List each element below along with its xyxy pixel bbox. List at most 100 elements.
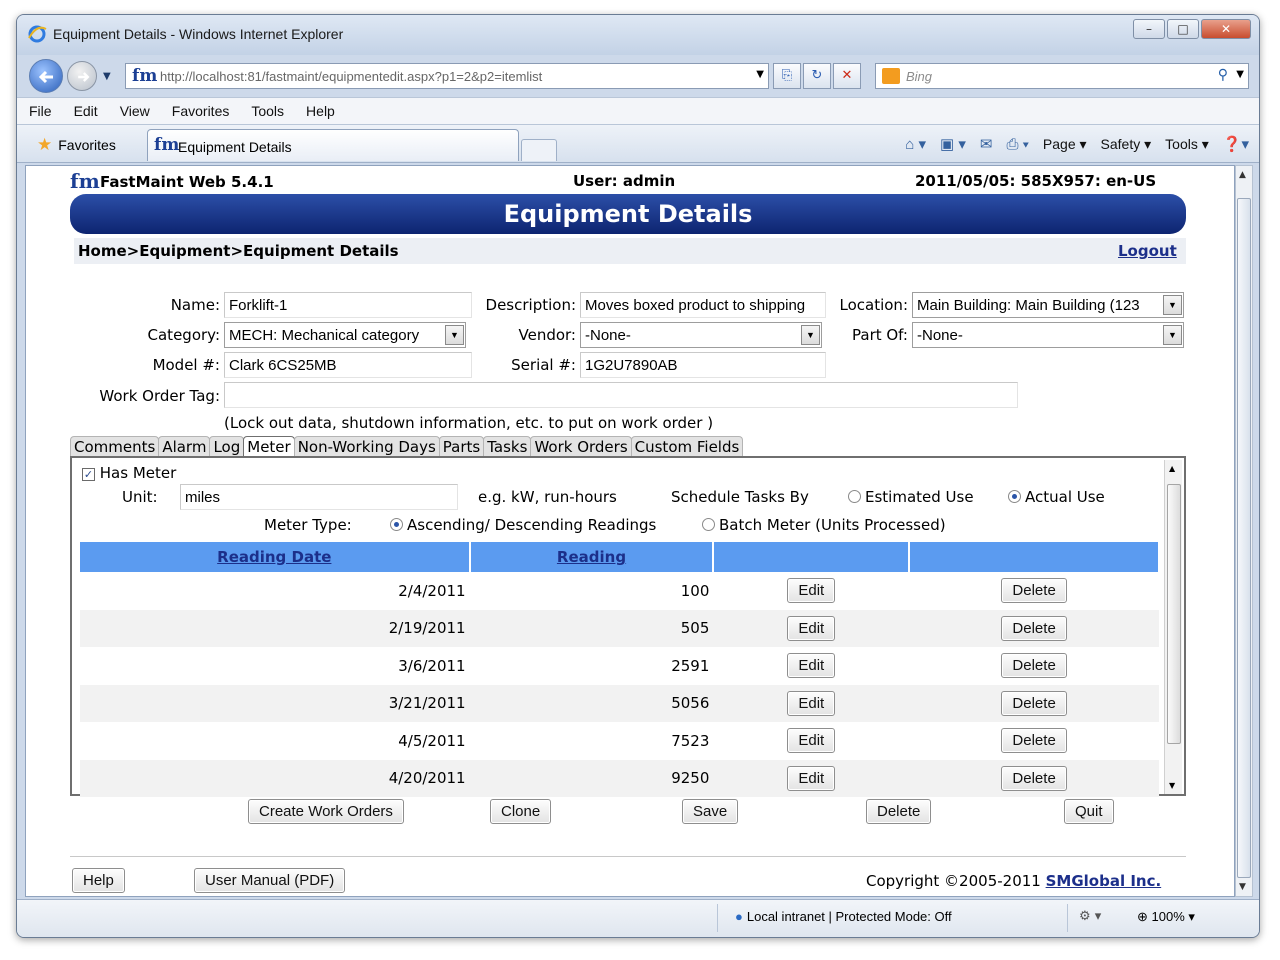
panel-scrollbar-thumb[interactable] bbox=[1167, 484, 1181, 744]
ascending-readings-radio[interactable] bbox=[390, 518, 403, 531]
unit-field[interactable]: miles bbox=[180, 484, 458, 510]
edit-button[interactable]: Edit bbox=[787, 653, 836, 679]
tab-tasks[interactable]: Tasks bbox=[483, 436, 532, 458]
delete-row-button[interactable]: Delete bbox=[1001, 690, 1067, 716]
tools-menu[interactable]: Tools ▾ bbox=[1165, 136, 1209, 153]
feeds-icon[interactable]: ▣ ▾ bbox=[940, 135, 966, 153]
delete-row-button[interactable]: Delete bbox=[1001, 578, 1067, 604]
model-field[interactable]: Clark 6CS25MB bbox=[224, 352, 472, 378]
edit-button[interactable]: Edit bbox=[787, 615, 836, 641]
edit-button[interactable]: Edit bbox=[787, 728, 836, 754]
save-button[interactable]: Save bbox=[682, 799, 739, 824]
delete-row-button[interactable]: Delete bbox=[1001, 653, 1067, 679]
tab-custom-fields[interactable]: Custom Fields bbox=[630, 436, 744, 458]
close-window-button[interactable]: ✕ bbox=[1201, 19, 1251, 39]
print-icon[interactable]: ⎙ ▾ bbox=[1006, 136, 1028, 153]
actual-use-radio[interactable] bbox=[1008, 490, 1021, 503]
has-meter-checkbox[interactable]: ✓ bbox=[82, 468, 95, 481]
breadcrumb-equipment-link[interactable]: Equipment bbox=[139, 242, 230, 260]
scroll-down-icon[interactable]: ▼ bbox=[1239, 882, 1246, 892]
search-icon[interactable]: ⚲ bbox=[1218, 67, 1228, 83]
menu-view[interactable]: View bbox=[108, 98, 160, 119]
estimated-use-radio[interactable] bbox=[848, 490, 861, 503]
reading-date-column-header[interactable]: Reading Date bbox=[80, 542, 471, 572]
name-field[interactable]: Forklift-1 bbox=[224, 292, 472, 318]
menu-file[interactable]: File bbox=[17, 98, 62, 119]
address-bar[interactable]: fm http://localhost:81/fastmaint/equipme… bbox=[125, 63, 769, 89]
page-scrollbar[interactable]: ▲ ▼ bbox=[1235, 165, 1253, 897]
user-manual-button[interactable]: User Manual (PDF) bbox=[194, 868, 346, 893]
chevron-down-icon[interactable]: ▼ bbox=[445, 325, 464, 345]
chevron-down-icon[interactable]: ▼ bbox=[1163, 295, 1182, 315]
category-select[interactable]: MECH: Mechanical category ▼ bbox=[224, 322, 466, 348]
tab-alarm[interactable]: Alarm bbox=[158, 436, 211, 458]
quit-button[interactable]: Quit bbox=[1064, 799, 1114, 824]
search-box[interactable]: Bing ⚲ ▼ bbox=[875, 63, 1249, 89]
protected-mode-icon[interactable]: ⚙ ▾ bbox=[1079, 909, 1101, 924]
chevron-down-icon[interactable]: ▼ bbox=[1163, 325, 1182, 345]
reading-column-header[interactable]: Reading bbox=[469, 542, 715, 572]
serial-field[interactable]: 1G2U7890AB bbox=[580, 352, 826, 378]
mail-icon[interactable]: ✉ bbox=[980, 135, 993, 153]
security-zone[interactable]: ● Local intranet | Protected Mode: Off bbox=[735, 909, 952, 924]
new-tab-button[interactable] bbox=[521, 139, 557, 161]
delete-row-button[interactable]: Delete bbox=[1001, 728, 1067, 754]
menu-favorites[interactable]: Favorites bbox=[160, 98, 240, 119]
search-dropdown-icon[interactable]: ▼ bbox=[1236, 69, 1244, 80]
description-field[interactable]: Moves boxed product to shipping bbox=[580, 292, 826, 318]
delete-button[interactable]: Delete bbox=[866, 799, 932, 824]
estimated-use-option[interactable]: Estimated Use bbox=[848, 488, 974, 506]
menu-tools[interactable]: Tools bbox=[239, 98, 294, 119]
breadcrumb-home-link[interactable]: Home bbox=[78, 242, 127, 260]
edit-button[interactable]: Edit bbox=[787, 690, 836, 716]
tab-non-working-days[interactable]: Non-Working Days bbox=[293, 436, 440, 458]
home-icon[interactable]: ⌂ ▾ bbox=[905, 135, 926, 153]
delete-row-button[interactable]: Delete bbox=[1001, 615, 1067, 641]
batch-meter-radio[interactable] bbox=[702, 518, 715, 531]
safety-menu[interactable]: Safety ▾ bbox=[1101, 136, 1152, 153]
scroll-down-icon[interactable]: ▼ bbox=[1169, 781, 1175, 790]
batch-meter-option[interactable]: Batch Meter (Units Processed) bbox=[702, 516, 946, 534]
recent-pages-dropdown[interactable]: ▼ bbox=[103, 71, 111, 82]
vendor-select[interactable]: -None- ▼ bbox=[580, 322, 822, 348]
location-select[interactable]: Main Building: Main Building (123 ▼ bbox=[912, 292, 1184, 318]
tab-parts[interactable]: Parts bbox=[438, 436, 485, 458]
compatibility-view-button[interactable]: ⎘ bbox=[773, 63, 801, 89]
create-work-orders-button[interactable]: Create Work Orders bbox=[248, 799, 404, 824]
clone-button[interactable]: Clone bbox=[490, 799, 552, 824]
page-menu[interactable]: Page ▾ bbox=[1043, 136, 1087, 153]
favorites-button[interactable]: ★ Favorites bbox=[37, 135, 116, 155]
help-circle-icon[interactable]: ❓▾ bbox=[1223, 135, 1249, 153]
edit-button[interactable]: Edit bbox=[787, 578, 836, 604]
panel-scrollbar[interactable]: ▲ ▼ bbox=[1164, 460, 1182, 794]
refresh-button[interactable]: ↻ bbox=[803, 63, 831, 89]
logout-link[interactable]: Logout bbox=[1118, 242, 1177, 260]
actual-use-option[interactable]: Actual Use bbox=[1008, 488, 1105, 506]
browser-tab[interactable]: fm Equipment Details bbox=[147, 129, 519, 161]
chevron-down-icon[interactable]: ▼ bbox=[801, 325, 820, 345]
back-button[interactable] bbox=[29, 59, 63, 93]
maximize-button[interactable]: □ bbox=[1167, 19, 1199, 39]
table-row: 3/6/2011 2591 Edit Delete bbox=[80, 647, 1159, 685]
company-link[interactable]: SMGlobal Inc. bbox=[1046, 872, 1162, 890]
scroll-up-icon[interactable]: ▲ bbox=[1169, 464, 1175, 473]
zoom-level[interactable]: ⊕ 100% ▾ bbox=[1137, 909, 1195, 925]
delete-row-button[interactable]: Delete bbox=[1001, 765, 1067, 791]
forward-button[interactable] bbox=[67, 61, 97, 91]
tab-comments[interactable]: Comments bbox=[70, 436, 160, 458]
work-order-tag-field[interactable] bbox=[224, 382, 1018, 408]
ascending-readings-option[interactable]: Ascending/ Descending Readings bbox=[390, 516, 656, 534]
help-button[interactable]: Help bbox=[72, 868, 125, 893]
address-dropdown-icon[interactable]: ▼ bbox=[756, 69, 764, 80]
page-scrollbar-thumb[interactable] bbox=[1237, 198, 1251, 878]
edit-button[interactable]: Edit bbox=[787, 765, 836, 791]
minimize-button[interactable]: – bbox=[1133, 19, 1165, 39]
partof-select[interactable]: -None- ▼ bbox=[912, 322, 1184, 348]
menu-edit[interactable]: Edit bbox=[62, 98, 108, 119]
url-text[interactable]: http://localhost:81/fastmaint/equipmente… bbox=[160, 69, 542, 84]
menu-help[interactable]: Help bbox=[294, 98, 345, 119]
scroll-up-icon[interactable]: ▲ bbox=[1239, 170, 1246, 180]
tab-log[interactable]: Log bbox=[209, 436, 245, 458]
stop-button[interactable]: ✕ bbox=[833, 63, 861, 89]
tab-work-orders[interactable]: Work Orders bbox=[530, 436, 632, 458]
